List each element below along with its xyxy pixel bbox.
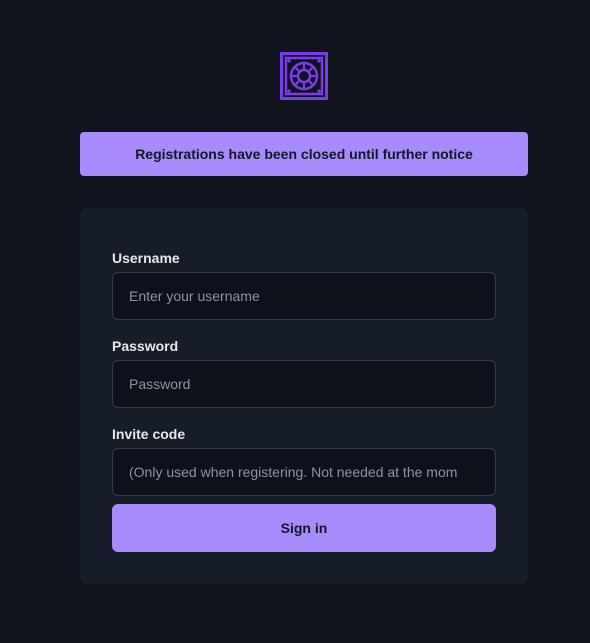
username-input[interactable] [112, 272, 496, 320]
logo [280, 52, 328, 100]
sign-in-button[interactable]: Sign in [112, 504, 496, 552]
password-input[interactable] [112, 360, 496, 408]
vault-icon [280, 52, 328, 100]
username-label: Username [112, 250, 180, 266]
invite-code-label: Invite code [112, 426, 186, 442]
sign-in-form: Username Password Invite code Sign in [80, 208, 528, 584]
banner-text: Registrations have been closed until fur… [135, 146, 473, 162]
password-label: Password [112, 338, 179, 354]
registration-closed-banner: Registrations have been closed until fur… [80, 132, 528, 176]
invite-code-input[interactable] [112, 448, 496, 496]
